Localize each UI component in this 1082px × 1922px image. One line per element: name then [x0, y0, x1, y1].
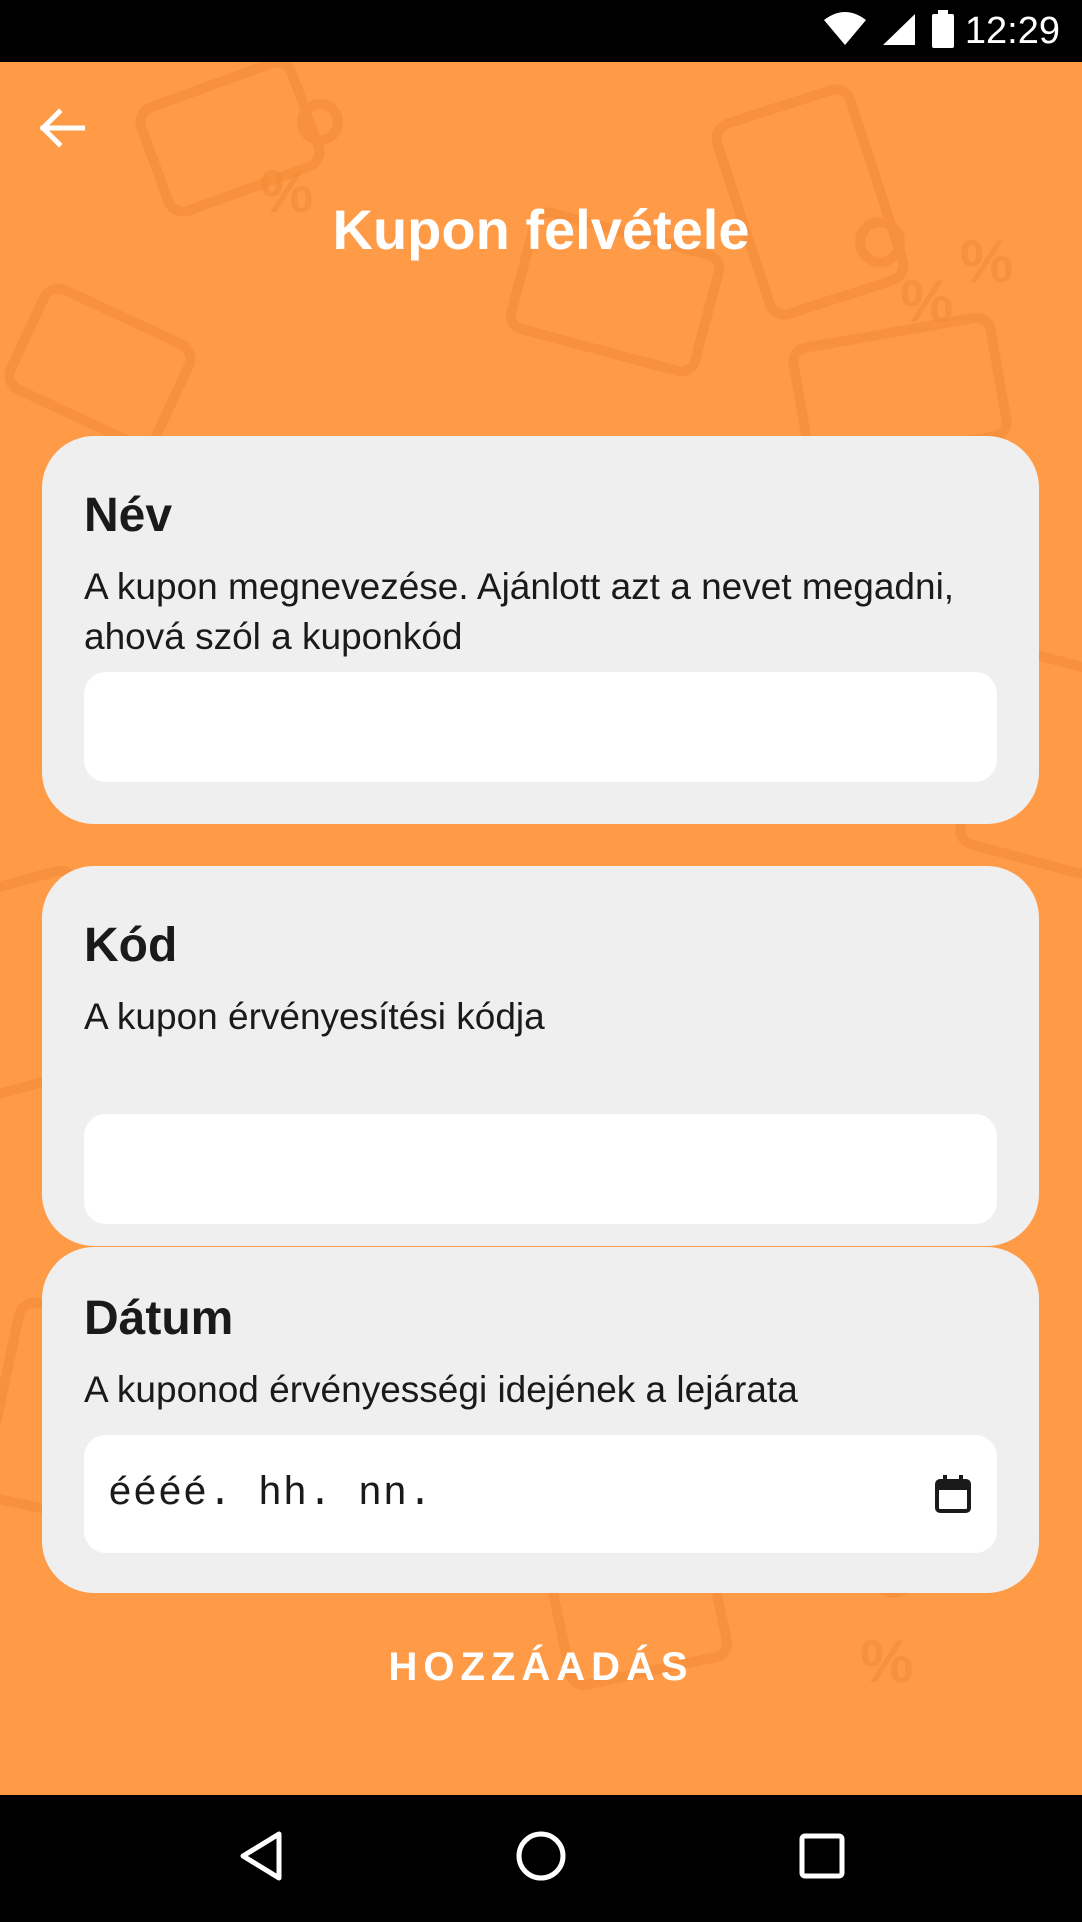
svg-text:%: % [900, 268, 953, 335]
name-input[interactable] [84, 672, 997, 782]
code-input[interactable] [84, 1114, 997, 1224]
recents-square-icon [798, 1832, 846, 1885]
calendar-icon[interactable] [933, 1474, 973, 1514]
arrow-left-icon [39, 107, 86, 153]
add-button[interactable]: HOZZÁADÁS [0, 1645, 1082, 1690]
date-description: A kuponod érvényességi idejének a lejára… [84, 1369, 798, 1410]
main-screen: % % % % % Kupon felvétele Név A kupon me… [0, 62, 1082, 1795]
code-label: Kód [84, 919, 178, 972]
status-time: 12:29 [964, 9, 1060, 52]
navigation-bar [0, 1795, 1082, 1922]
date-card: Dátum A kuponod érvényességi idejének a … [42, 1247, 1039, 1593]
wifi-icon [823, 11, 867, 51]
signal-icon [881, 12, 917, 51]
page-title: Kupon felvétele [332, 198, 750, 261]
code-description: A kupon érvényesítési kódja [84, 996, 545, 1037]
home-circle-icon [515, 1830, 567, 1887]
name-label: Név [84, 489, 173, 542]
date-input[interactable]: éééé. hh. nn. [84, 1435, 997, 1553]
name-description: A kupon megnevezése. Ajánlott azt a neve… [84, 566, 955, 657]
date-label: Dátum [84, 1292, 234, 1345]
code-card: Kód A kupon érvényesítési kódja [42, 866, 1039, 1246]
battery-icon [931, 9, 955, 53]
back-triangle-icon [237, 1830, 283, 1887]
name-card: Név A kupon megnevezése. Ajánlott azt a … [42, 436, 1039, 824]
status-bar: 12:29 [0, 0, 1082, 62]
status-icons [823, 9, 955, 53]
date-placeholder: éééé. hh. nn. [108, 1471, 434, 1517]
nav-home-button[interactable] [501, 1819, 581, 1899]
back-button[interactable] [34, 102, 90, 158]
nav-back-button[interactable] [220, 1819, 300, 1899]
nav-recents-button[interactable] [782, 1819, 862, 1899]
